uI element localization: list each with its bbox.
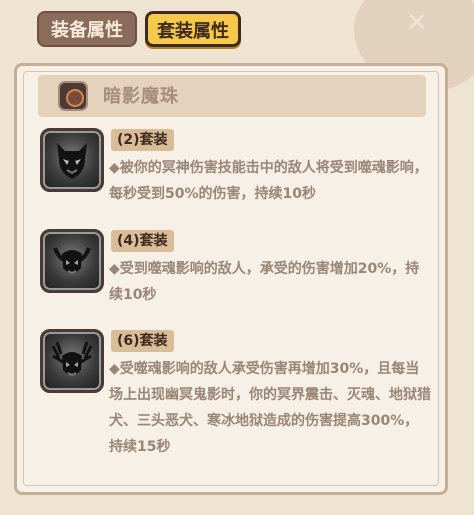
set-description-4: ◆受到噬魂影响的敌人，承受的伤害增加20%，持续10秒	[109, 261, 420, 303]
set-description-6: ◆受噬魂影响的敌人承受伤害再增加30%，且每当场上出现幽冥鬼影时，你的冥界震击、…	[109, 361, 431, 455]
horned-skull-icon	[40, 229, 104, 293]
set-header	[38, 75, 426, 117]
set-name: 暗影魔珠	[103, 86, 179, 107]
tab-set-attributes[interactable]: 套装属性	[145, 11, 241, 47]
demon-mask-icon	[40, 128, 104, 192]
tab-equipment-attributes[interactable]: 装备属性	[37, 11, 137, 47]
close-icon: ✕	[406, 8, 428, 38]
set-badge-6: (6)套装	[111, 330, 174, 352]
orb-icon	[58, 81, 88, 111]
set-badge-4: (4)套装	[111, 230, 174, 252]
set-description-2: ◆被你的冥神伤害技能击中的敌人将受到噬魂影响，每秒受到50%的伤害，持续10秒	[109, 160, 428, 202]
set-badge-2: (2)套装	[111, 129, 174, 151]
antler-skull-icon	[40, 329, 104, 393]
